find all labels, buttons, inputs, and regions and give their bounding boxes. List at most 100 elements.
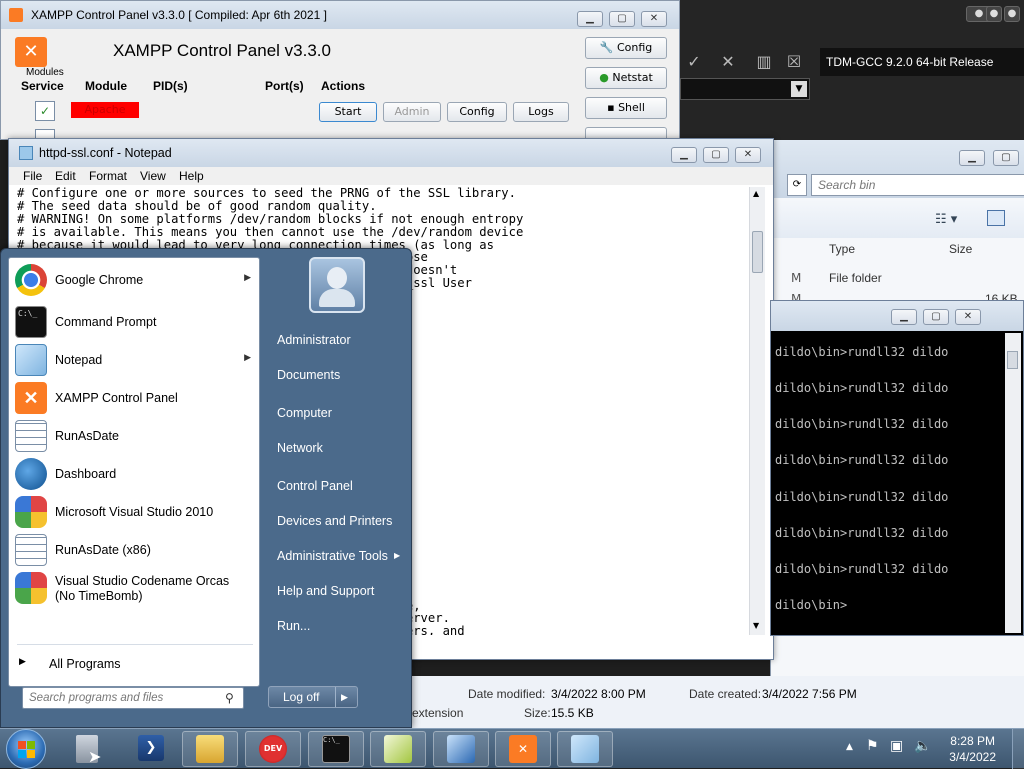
apache-admin-button[interactable]: Admin	[383, 102, 441, 122]
network-icon[interactable]: ▣	[890, 738, 903, 754]
taskbar-xampp[interactable]: ✕	[495, 731, 551, 767]
col-size[interactable]: Size	[949, 242, 972, 256]
apache-config-button[interactable]: Config	[447, 102, 507, 122]
program-runasdate[interactable]: RunAsDate	[13, 418, 257, 454]
sm-run[interactable]: Run...	[277, 619, 310, 633]
apache-service-checkbox[interactable]: ✓	[35, 101, 55, 121]
sm-administrator[interactable]: Administrator	[277, 333, 351, 347]
view-options-icon[interactable]: ☷ ▾	[935, 212, 957, 227]
cmd-scrollbar[interactable]	[1005, 333, 1021, 633]
chart-icon[interactable]: ▥	[750, 48, 778, 76]
taskbar-explorer[interactable]	[182, 731, 238, 767]
xampp-icon: ✕	[15, 382, 47, 414]
start-search-input[interactable]: Search programs and files	[22, 687, 244, 709]
minimize-icon[interactable]: ▁	[959, 150, 985, 166]
menu-edit[interactable]: Edit	[55, 169, 76, 183]
program-label: XAMPP Control Panel	[55, 391, 178, 405]
close-icon[interactable]: ✕	[641, 11, 667, 27]
program-runasdate-x86[interactable]: RunAsDate (x86)	[13, 532, 257, 568]
program-label: Microsoft Visual Studio 2010	[55, 505, 214, 519]
flag-icon[interactable]: ⚑	[866, 738, 879, 754]
maximize-icon[interactable]: ▢	[703, 147, 729, 163]
program-label: RunAsDate (x86)	[55, 543, 151, 557]
taskbar-notepad-plus[interactable]	[370, 731, 426, 767]
program-google-chrome[interactable]: Google Chrome ▶	[13, 262, 257, 298]
maximize-icon[interactable]: ▢	[609, 11, 635, 27]
modules-label: Modules	[26, 67, 64, 78]
notepad-scrollbar[interactable]: ▲ ▼	[749, 187, 765, 635]
program-visual-studio-2010[interactable]: Microsoft Visual Studio 2010	[13, 494, 257, 530]
program-visual-studio-orcas[interactable]: Visual Studio Codename Orcas (No TimeBom…	[13, 570, 257, 608]
show-hidden-icons-icon[interactable]: ▲	[846, 742, 853, 752]
system-clock[interactable]: 8:28 PM 3/4/2022	[949, 733, 996, 765]
menu-help[interactable]: Help	[179, 169, 204, 183]
show-desktop-button[interactable]	[1012, 729, 1024, 769]
netstat-button[interactable]: ● Netstat	[585, 67, 667, 89]
shell-button[interactable]: ▪ Shell	[585, 97, 667, 119]
sm-computer[interactable]: Computer	[277, 406, 332, 420]
program-notepad[interactable]: Notepad ▶	[13, 342, 257, 378]
submenu-arrow-icon[interactable]: ▶	[244, 272, 251, 283]
minimize-icon[interactable]: ▁	[671, 147, 697, 163]
sm-devices-printers[interactable]: Devices and Printers	[277, 514, 392, 528]
refresh-icon[interactable]: ⟳	[787, 174, 807, 196]
scrollbar-thumb[interactable]	[752, 231, 763, 273]
col-type[interactable]: Type	[829, 242, 855, 256]
cmd-titlebar[interactable]: ▁ ▢ ✕	[771, 301, 1023, 331]
taskbar-cmd[interactable]: C:\_	[308, 731, 364, 767]
program-xampp[interactable]: ✕ XAMPP Control Panel	[13, 380, 257, 416]
col-module: Module	[85, 79, 127, 93]
maximize-icon[interactable]: ▢	[993, 150, 1019, 166]
menu-format[interactable]: Format	[89, 169, 127, 183]
delete-icon[interactable]: ☒	[780, 48, 808, 76]
xampp-titlebar[interactable]: XAMPP Control Panel v3.3.0 [ Compiled: A…	[1, 1, 679, 29]
maximize-icon[interactable]: ●	[986, 6, 1002, 22]
dev-dropdown[interactable]: ▼	[680, 78, 810, 100]
close-icon[interactable]: ✕	[735, 147, 761, 163]
shutdown-options-icon[interactable]: ▶	[341, 687, 348, 707]
logoff-button[interactable]: Log off ▶	[268, 686, 358, 708]
minimize-icon[interactable]: ▁	[891, 309, 917, 325]
preview-pane-icon[interactable]	[987, 210, 1005, 226]
taskbar-installer[interactable]	[433, 731, 489, 767]
cross-icon[interactable]: ✕	[714, 48, 742, 76]
maximize-icon[interactable]: ▢	[923, 309, 949, 325]
close-icon[interactable]: ●	[1004, 6, 1020, 22]
user-avatar[interactable]	[309, 257, 365, 313]
sm-administrative-tools[interactable]: Administrative Tools	[277, 549, 388, 563]
close-icon[interactable]: ✕	[955, 309, 981, 325]
search-icon[interactable]: ⚲	[225, 691, 234, 705]
start-button[interactable]	[6, 729, 46, 769]
check-icon[interactable]: ✓	[680, 48, 708, 76]
submenu-arrow-icon[interactable]: ▶	[244, 352, 251, 363]
scroll-down-icon[interactable]: ▼	[753, 621, 759, 630]
explorer-titlebar[interactable]: ▁ ▢ ⟳ Search bin	[771, 140, 1024, 198]
notepad-titlebar[interactable]: httpd-ssl.conf - Notepad ▁ ▢ ✕	[9, 139, 773, 167]
volume-muted-icon[interactable]: 🔈	[914, 738, 931, 754]
apache-start-button[interactable]: Start	[319, 102, 377, 122]
sm-documents[interactable]: Documents	[277, 368, 340, 382]
program-dashboard[interactable]: Dashboard	[13, 456, 257, 492]
cmd-output[interactable]: dildo\bin>rundll32 dildo dildo\bin>rundll…	[775, 333, 1001, 631]
apache-logs-button[interactable]: Logs	[513, 102, 569, 122]
all-programs-button[interactable]: ▶ All Programs	[17, 653, 253, 675]
chevron-down-icon[interactable]: ▼	[791, 81, 807, 97]
notepad-icon	[19, 146, 33, 160]
scrollbar-thumb[interactable]	[1007, 351, 1018, 369]
sm-help-support[interactable]: Help and Support	[277, 584, 374, 598]
program-label: RunAsDate	[55, 429, 119, 443]
program-command-prompt[interactable]: C:\_ Command Prompt	[13, 304, 257, 340]
explorer-search-input[interactable]: Search bin	[811, 174, 1024, 196]
sm-network[interactable]: Network	[277, 441, 323, 455]
taskbar-notepad[interactable]	[557, 731, 613, 767]
submenu-arrow-icon[interactable]: ▶	[394, 551, 400, 560]
compiler-select[interactable]: TDM-GCC 9.2.0 64-bit Release	[820, 48, 1024, 76]
taskbar-devcpp[interactable]: DEV	[245, 731, 301, 767]
minimize-icon[interactable]: ▁	[577, 11, 603, 27]
powershell-icon[interactable]: ❯	[138, 735, 164, 761]
side-config-button[interactable]: 🔧 Config	[585, 37, 667, 59]
menu-file[interactable]: File	[23, 169, 42, 183]
menu-view[interactable]: View	[140, 169, 166, 183]
sm-control-panel[interactable]: Control Panel	[277, 479, 353, 493]
scroll-up-icon[interactable]: ▲	[753, 189, 759, 198]
